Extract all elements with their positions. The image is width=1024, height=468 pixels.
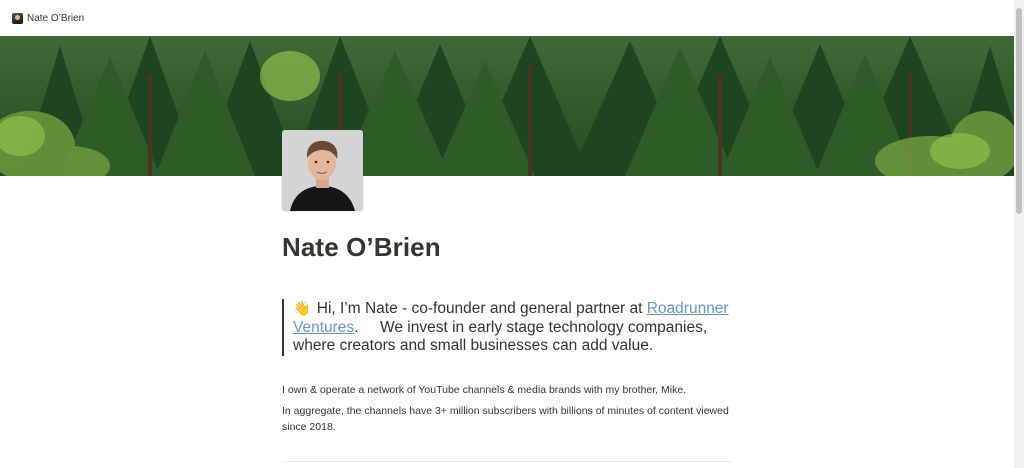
quote-text-after-link: . We invest in early stage technology co… <box>293 318 712 355</box>
intro-quote: 👋 Hi, I’m Nate - co-founder and general … <box>282 299 732 356</box>
page-title: Nate O’Brien <box>282 232 441 262</box>
scrollbar-thumb[interactable] <box>1016 8 1022 214</box>
breadcrumb-title[interactable]: Nate O’Brien <box>27 13 84 24</box>
top-bar: Nate O’Brien <box>0 0 1014 36</box>
divider <box>282 461 732 462</box>
paragraph-youtube-network: I own & operate a network of YouTube cha… <box>282 384 687 396</box>
paragraph-subscribers: In aggregate, the channels have 3+ milli… <box>282 405 729 433</box>
profile-avatar <box>282 130 363 211</box>
quote-text-before-link: Hi, I’m Nate - co-founder and general pa… <box>316 300 647 317</box>
cover-image <box>0 36 1014 176</box>
vertical-scrollbar[interactable] <box>1014 0 1024 468</box>
profile-photo-icon[interactable] <box>12 12 23 24</box>
waving-hand-icon: 👋 <box>293 300 311 316</box>
